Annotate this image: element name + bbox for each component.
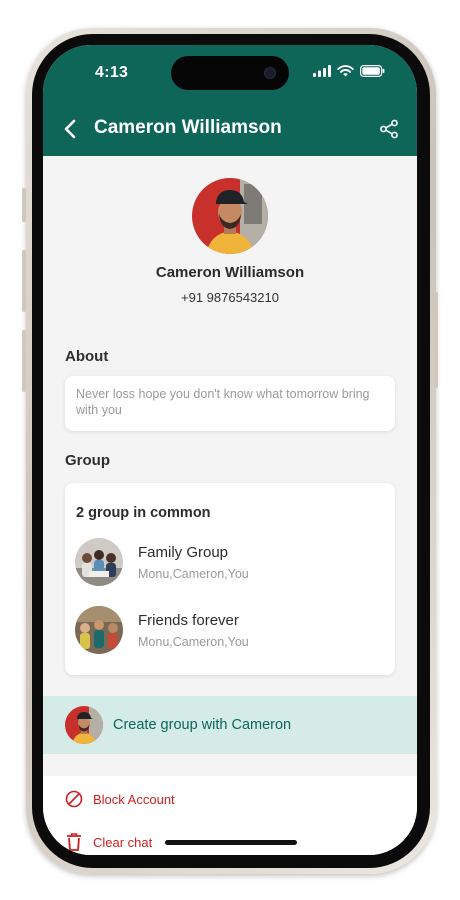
power-button (434, 292, 438, 388)
clear-chat-label: Clear chat (93, 834, 153, 850)
status-time: 4:13 (95, 64, 129, 81)
create-group-avatar (65, 706, 103, 744)
group-avatar (75, 538, 123, 586)
group-photo (75, 538, 123, 586)
profile-photo (192, 178, 268, 254)
wifi-icon (337, 65, 354, 77)
mute-switch (22, 188, 26, 222)
back-arrow-icon[interactable] (61, 118, 81, 140)
group-label: Group (65, 452, 110, 469)
profile-avatar[interactable] (192, 178, 268, 254)
contact-photo (65, 706, 103, 744)
group-card: 2 group in common Family Group Monu,Came… (65, 483, 395, 675)
group-members: Monu,Cameron,You (138, 567, 249, 581)
share-icon[interactable] (379, 119, 399, 139)
about-card: Never loss hope you don't know what tomo… (65, 376, 395, 431)
screen: 4:13 Cameron Williamson Cameron Williams… (43, 45, 417, 855)
group-photo (75, 606, 123, 654)
group-count: 2 group in common (76, 505, 211, 521)
trash-icon (67, 833, 81, 851)
camera-icon (264, 67, 276, 79)
block-icon (65, 790, 83, 808)
volume-down-button (22, 330, 26, 392)
profile-phone: +91 9876543210 (181, 290, 279, 305)
group-item-friends[interactable]: Friends forever Monu,Cameron,You (75, 606, 385, 656)
block-account-button[interactable]: Block Account (65, 788, 175, 810)
group-members: Monu,Cameron,You (138, 635, 249, 649)
signal-icon (313, 65, 331, 77)
about-text: Never loss hope you don't know what tomo… (76, 387, 370, 417)
app-header: 4:13 Cameron Williamson (43, 45, 417, 156)
group-item-family[interactable]: Family Group Monu,Cameron,You (75, 538, 385, 588)
volume-up-button (22, 250, 26, 312)
group-name: Family Group (138, 544, 229, 561)
page-title: Cameron Williamson (94, 117, 282, 138)
dynamic-island (171, 56, 289, 90)
create-group-button[interactable]: Create group with Cameron (43, 696, 417, 754)
clear-chat-button[interactable]: Clear chat (65, 831, 152, 853)
about-label: About (65, 348, 109, 365)
battery-icon (360, 65, 385, 77)
create-group-label: Create group with Cameron (113, 717, 292, 733)
status-icons (313, 65, 385, 77)
profile-name: Cameron Williamson (155, 264, 305, 281)
home-indicator[interactable] (165, 840, 297, 845)
group-name: Friends forever (138, 612, 239, 629)
block-account-label: Block Account (93, 791, 175, 807)
group-avatar (75, 606, 123, 654)
